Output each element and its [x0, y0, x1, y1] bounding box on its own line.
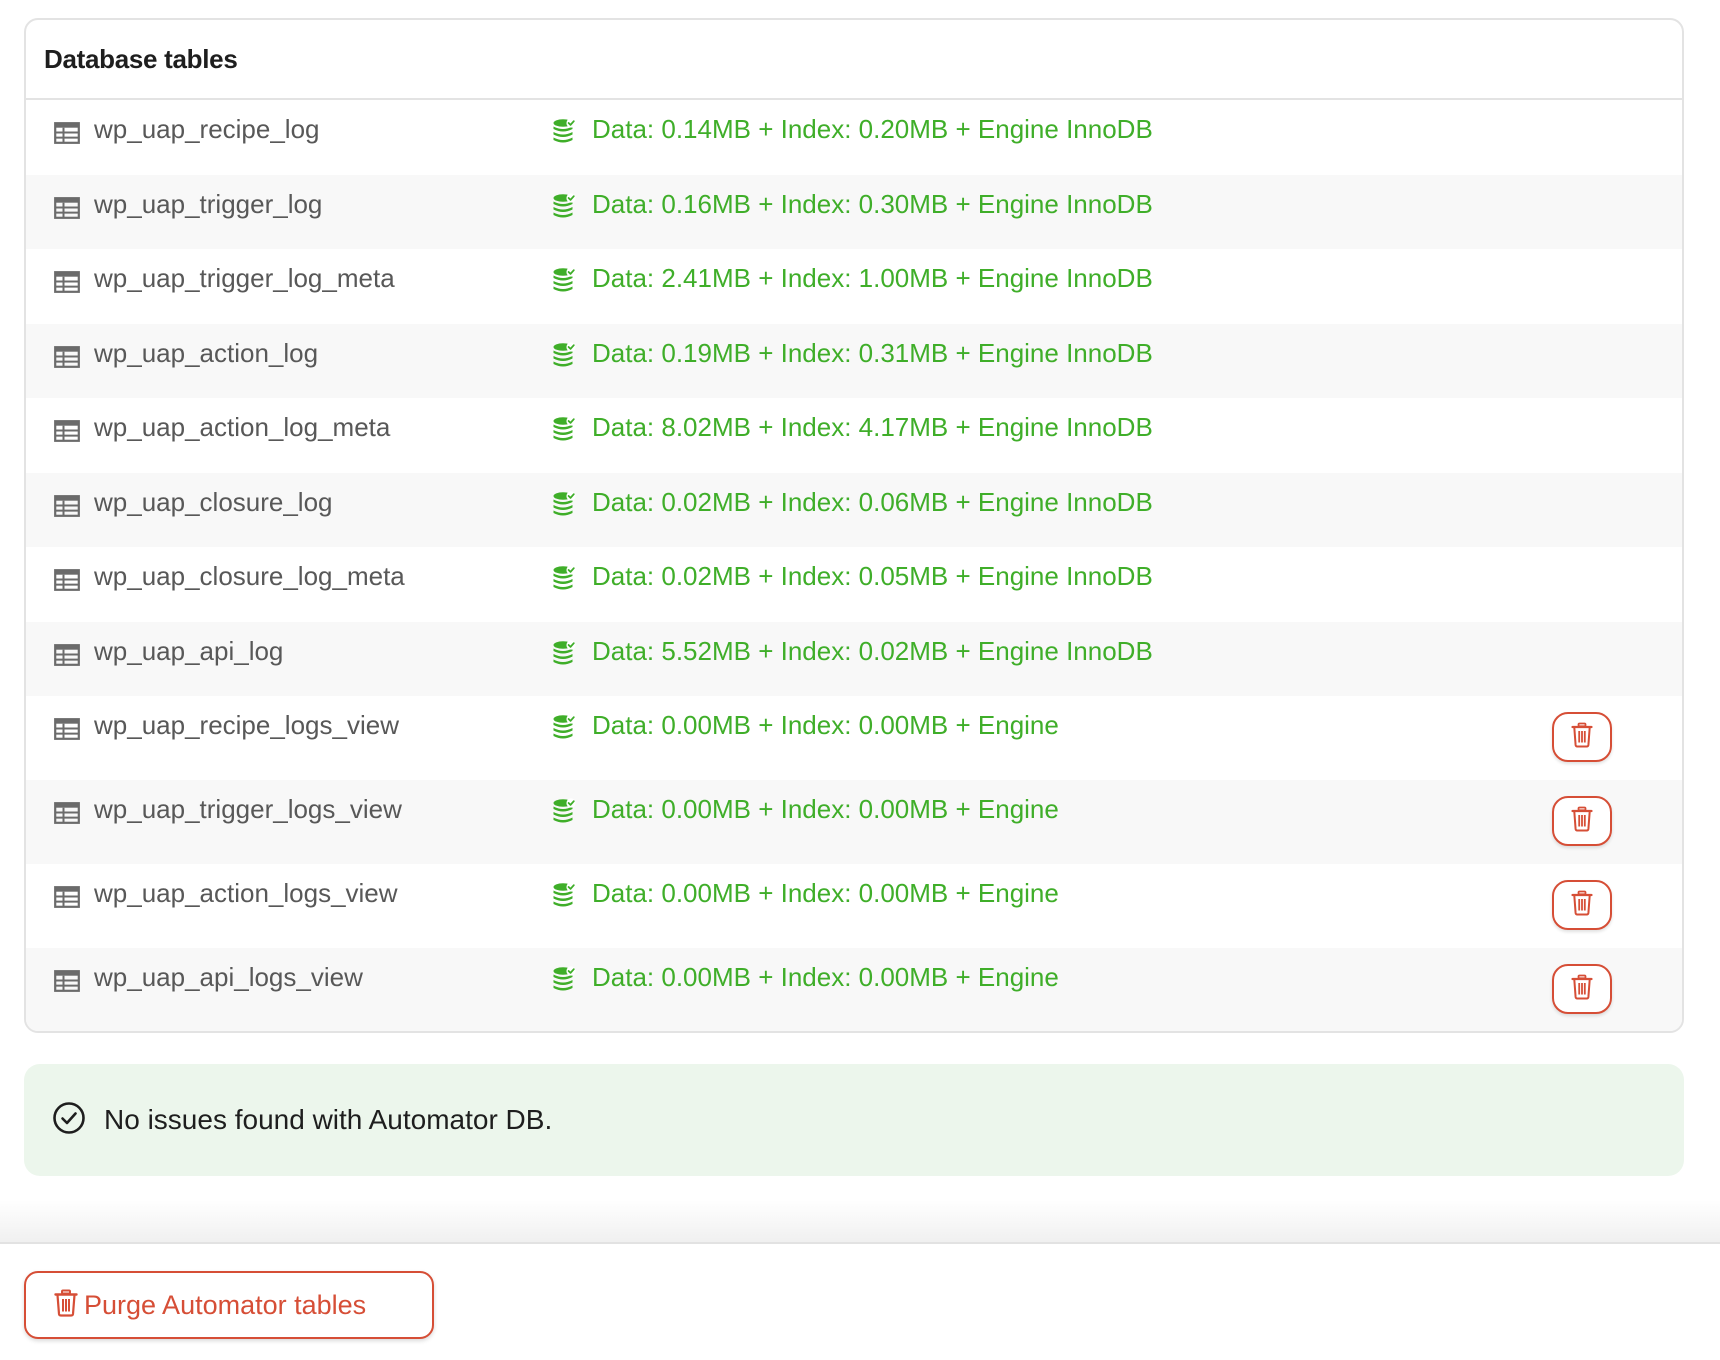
delete-table-button[interactable] [1552, 880, 1612, 930]
table-name: wp_uap_api_logs_view [94, 962, 363, 992]
delete-table-button[interactable] [1552, 796, 1612, 846]
trash-icon [54, 1289, 78, 1322]
table-icon [54, 970, 80, 992]
table-size-info: Data: 0.00MB + Index: 0.00MB + Engine [592, 878, 1059, 908]
table-name: wp_uap_trigger_log_meta [94, 263, 395, 293]
table-icon [54, 569, 80, 591]
panel-title: Database tables [26, 20, 1682, 100]
trash-icon [1571, 806, 1593, 837]
database-icon [552, 342, 576, 368]
trash-icon [1571, 974, 1593, 1005]
table-row: wp_uap_action_log Data: 0.19MB + Index: 0… [26, 324, 1682, 398]
table-size-info: Data: 0.00MB + Index: 0.00MB + Engine [592, 962, 1059, 992]
purge-tables-button[interactable]: Purge Automator tables [24, 1271, 434, 1339]
table-icon [54, 886, 80, 908]
table-name: wp_uap_closure_log [94, 487, 333, 517]
notice-message: No issues found with Automator DB. [104, 1104, 553, 1135]
footer-divider [0, 1242, 1720, 1244]
database-icon [552, 882, 576, 908]
table-name: wp_uap_action_log [94, 338, 319, 368]
table-icon [54, 346, 80, 368]
delete-table-button[interactable] [1552, 964, 1612, 1014]
table-row: wp_uap_trigger_log Data: 0.16MB + Index: … [26, 175, 1682, 249]
table-row: wp_uap_api_log Data: 5.52MB + Index: 0.02… [26, 622, 1682, 696]
trash-icon [1571, 722, 1593, 753]
table-icon [54, 271, 80, 293]
table-row: wp_uap_action_log_meta Data: 8.02MB + Ind… [26, 398, 1682, 473]
table-size-info: Data: 2.41MB + Index: 1.00MB + Engine In… [592, 263, 1153, 293]
table-row: wp_uap_trigger_logs_view Data: 0.00MB + I… [26, 780, 1682, 864]
table-size-info: Data: 0.19MB + Index: 0.31MB + Engine In… [592, 338, 1153, 368]
table-size-info: Data: 0.00MB + Index: 0.00MB + Engine [592, 710, 1059, 740]
footer-divider-shadow [0, 1200, 1720, 1242]
table-name: wp_uap_trigger_log [94, 189, 323, 219]
table-row: wp_uap_recipe_log Data: 0.14MB + Index: 0… [26, 100, 1682, 175]
table-size-info: Data: 5.52MB + Index: 0.02MB + Engine In… [592, 636, 1153, 666]
table-row: wp_uap_closure_log_meta Data: 0.02MB + In… [26, 547, 1682, 622]
table-icon [54, 644, 80, 666]
table-size-info: Data: 8.02MB + Index: 4.17MB + Engine In… [592, 412, 1153, 442]
table-name: wp_uap_trigger_logs_view [94, 794, 402, 824]
database-icon [552, 798, 576, 824]
purge-button-label: Purge Automator tables [84, 1289, 367, 1320]
database-icon [552, 193, 576, 219]
table-size-info: Data: 0.00MB + Index: 0.00MB + Engine [592, 794, 1059, 824]
status-notice: No issues found with Automator DB. [24, 1064, 1684, 1176]
database-icon [552, 491, 576, 517]
table-name: wp_uap_api_log [94, 636, 284, 666]
table-row: wp_uap_closure_log Data: 0.02MB + Index: … [26, 473, 1682, 547]
table-list: wp_uap_recipe_log Data: 0.14MB + Index: 0… [26, 100, 1682, 1031]
check-circle-icon [52, 1101, 86, 1140]
database-icon [552, 640, 576, 666]
table-name: wp_uap_action_log_meta [94, 412, 391, 442]
table-size-info: Data: 0.02MB + Index: 0.06MB + Engine In… [592, 487, 1153, 517]
table-icon [54, 495, 80, 517]
database-icon [552, 714, 576, 740]
table-size-info: Data: 0.16MB + Index: 0.30MB + Engine In… [592, 189, 1153, 219]
database-icon [552, 966, 576, 992]
table-icon [54, 122, 80, 144]
trash-icon [1571, 890, 1593, 921]
database-icon [552, 416, 576, 442]
table-size-info: Data: 0.02MB + Index: 0.05MB + Engine In… [592, 561, 1153, 591]
delete-table-button[interactable] [1552, 712, 1612, 762]
database-tables-panel: Database tables wp_uap_recipe_log Data: 0… [24, 18, 1684, 1033]
table-row: wp_uap_trigger_log_meta Data: 2.41MB + In… [26, 249, 1682, 324]
table-name: wp_uap_closure_log_meta [94, 561, 405, 591]
table-row: wp_uap_recipe_logs_view Data: 0.00MB + In… [26, 696, 1682, 780]
database-icon [552, 267, 576, 293]
table-row: wp_uap_action_logs_view Data: 0.00MB + In… [26, 864, 1682, 948]
table-icon [54, 802, 80, 824]
database-icon [552, 565, 576, 591]
table-icon [54, 420, 80, 442]
table-name: wp_uap_recipe_log [94, 114, 320, 144]
table-size-info: Data: 0.14MB + Index: 0.20MB + Engine In… [592, 114, 1153, 144]
table-row: wp_uap_api_logs_view Data: 0.00MB + Index… [26, 948, 1682, 1031]
table-icon [54, 197, 80, 219]
table-name: wp_uap_action_logs_view [94, 878, 398, 908]
table-icon [54, 718, 80, 740]
database-icon [552, 118, 576, 144]
table-name: wp_uap_recipe_logs_view [94, 710, 399, 740]
